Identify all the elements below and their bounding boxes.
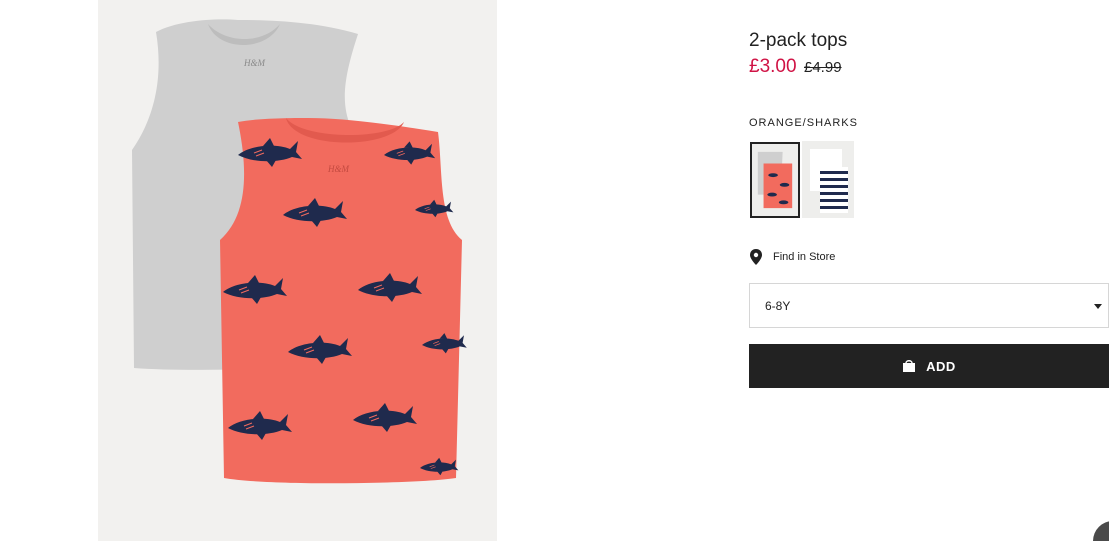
product-title: 2-pack tops [749, 30, 848, 51]
svg-text:H&M: H&M [327, 164, 350, 174]
color-label: ORANGE/SHARKS [749, 117, 858, 129]
swatch-white-navy-stripes-thumbnail [802, 141, 854, 218]
product-image[interactable]: H&M H&M [98, 0, 497, 541]
product-page: H&M H&M 2-pack tops £3.00 £4.99 ORANGE/S [0, 0, 1109, 541]
location-pin-icon [750, 249, 762, 265]
size-select-value: 6-8Y [765, 298, 791, 313]
swatch-white-navy-stripes[interactable] [802, 141, 854, 218]
shopping-bag-icon [903, 360, 916, 372]
original-price: £4.99 [804, 59, 842, 76]
swatch-orange-sharks-thumbnail [754, 146, 796, 214]
svg-text:H&M: H&M [243, 58, 266, 68]
swatch-orange-sharks[interactable] [750, 142, 800, 218]
find-in-store-link[interactable]: Find in Store [749, 249, 835, 265]
tank-tops-illustration: H&M H&M [132, 19, 468, 484]
price-row: £3.00 £4.99 [749, 56, 842, 78]
size-select[interactable]: 6-8Y [749, 283, 1109, 328]
product-details: 2-pack tops £3.00 £4.99 ORANGE/SHARKS Fi… [749, 0, 1109, 541]
caret-down-icon [1094, 304, 1102, 309]
find-in-store-label: Find in Store [773, 251, 836, 263]
add-to-bag-button[interactable]: ADD [749, 344, 1109, 388]
sale-price: £3.00 [749, 56, 797, 77]
add-button-label: ADD [926, 358, 956, 374]
